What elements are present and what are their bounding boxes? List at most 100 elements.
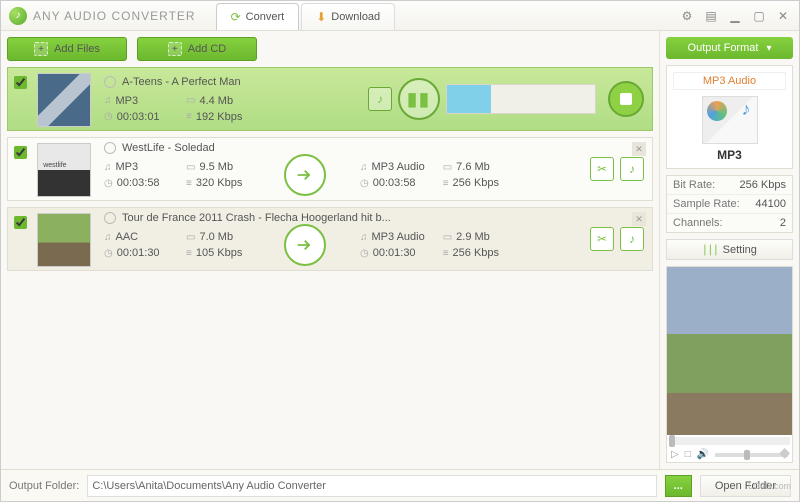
setting-button[interactable]: ∣∣∣ Setting [666, 239, 793, 260]
convert-button[interactable] [284, 224, 326, 266]
plus-icon: + [168, 42, 182, 56]
out-bitrate: 256 Kbps [453, 247, 499, 259]
item-title: A-Teens - A Perfect Man [122, 76, 241, 88]
item-checkbox[interactable] [14, 216, 27, 229]
format-title: MP3 Audio [673, 72, 786, 90]
format-box: MP3 Audio MP3 [666, 65, 793, 169]
format-label: MP3 [673, 148, 786, 162]
minimize-icon[interactable]: ▁ [727, 8, 743, 24]
stop-button[interactable] [608, 81, 644, 117]
output-format-button[interactable]: Output Format ▾ [666, 37, 793, 59]
out-duration: 00:03:58 [373, 177, 416, 189]
item-title: Tour de France 2011 Crash - Flecha Hooge… [122, 212, 391, 224]
out-format: MP3 Audio [372, 161, 425, 173]
tab-convert-label: Convert [246, 11, 285, 23]
checkbox-cell [8, 68, 32, 130]
volume-icon[interactable]: 🔊 [697, 449, 709, 460]
item-title: WestLife - Soledad [122, 142, 215, 154]
item-format: MP3 [116, 161, 139, 173]
plus-icon: + [34, 42, 48, 56]
out-format: MP3 Audio [372, 231, 425, 243]
item-checkbox[interactable] [14, 76, 27, 89]
preview-image [667, 267, 792, 435]
item-size: 4.4 Mb [199, 95, 233, 107]
out-bitrate: 256 Kbps [453, 177, 499, 189]
bitrate-value: 256 Kbps [740, 179, 786, 191]
bitrate-icon: ≡ [186, 111, 192, 122]
item-duration: 00:03:01 [117, 111, 160, 123]
arrow-right-icon [294, 164, 316, 186]
item-format: MP3 [116, 95, 139, 107]
size-icon: ▭ [186, 95, 195, 106]
item-duration: 00:03:58 [117, 177, 160, 189]
refresh-icon: ⟳ [231, 10, 241, 24]
settings-icon[interactable]: ⚙ [679, 8, 695, 24]
channels-key: Channels: [673, 217, 780, 229]
edit-icon[interactable]: ♪ [368, 87, 392, 111]
preview-pane: ▷ □ 🔊 [666, 266, 793, 463]
samplerate-key: Sample Rate: [673, 198, 755, 210]
sliders-icon: ∣∣∣ [702, 243, 719, 256]
samplerate-value: 44100 [755, 198, 786, 210]
chevron-down-icon: ▾ [766, 43, 771, 54]
item-size: 9.5 Mb [199, 161, 233, 173]
footer: Output Folder: ... Open Folder [1, 469, 799, 501]
play-icon[interactable]: ▷ [671, 449, 679, 460]
tab-convert[interactable]: ⟳ Convert [216, 3, 300, 30]
note-icon: ♫ [104, 95, 112, 106]
menu-icon[interactable]: ▤ [703, 8, 719, 24]
out-size: 2.9 Mb [456, 231, 490, 243]
format-properties: Bit Rate:256 Kbps Sample Rate:44100 Chan… [666, 175, 793, 233]
pause-button[interactable]: ▮▮ [398, 78, 440, 120]
disc-icon [104, 76, 116, 88]
setting-label: Setting [723, 244, 757, 256]
out-duration: 00:01:30 [373, 247, 416, 259]
side-panel: Output Format ▾ MP3 Audio MP3 Bit Rate:2… [659, 31, 799, 469]
item-duration: 00:01:30 [117, 247, 160, 259]
cut-icon[interactable]: ✂ [590, 157, 614, 181]
edit-icon[interactable]: ♪ [620, 157, 644, 181]
maximize-icon[interactable]: ▢ [751, 8, 767, 24]
bitrate-key: Bit Rate: [673, 179, 740, 191]
add-files-label: Add Files [54, 43, 100, 55]
add-files-button[interactable]: + Add Files [7, 37, 127, 61]
disc-icon [104, 142, 116, 154]
item-controls: ♪ ▮▮ [368, 68, 652, 130]
add-cd-label: Add CD [188, 43, 227, 55]
thumbnail [37, 73, 91, 127]
remove-item-button[interactable]: ✕ [632, 142, 646, 156]
output-folder-input[interactable] [87, 475, 656, 497]
main-panel: + Add Files + Add CD A-Teens - A Perfect… [1, 31, 659, 469]
toolbar: + Add Files + Add CD [7, 37, 653, 61]
preview-seek[interactable] [669, 437, 790, 445]
output-format-label: Output Format [688, 42, 759, 54]
watermark-text: LO4D.com [748, 481, 791, 491]
convert-button[interactable] [284, 154, 326, 196]
list-item[interactable]: ✕ Tour de France 2011 Crash - Flecha Hoo… [7, 207, 653, 271]
list-item[interactable]: ✕ WestLife - Soledad ♫MP3 ◷00:03:58 [7, 137, 653, 201]
item-checkbox[interactable] [14, 146, 27, 159]
disc-icon [104, 212, 116, 224]
watermark-icon: ◆ [779, 444, 791, 461]
browse-label: ... [674, 480, 683, 492]
list-item[interactable]: A-Teens - A Perfect Man ♫MP3 ◷00:03:01 ▭… [7, 67, 653, 131]
app-logo-icon: ♪ [9, 7, 27, 25]
output-folder-label: Output Folder: [9, 480, 79, 492]
remove-item-button[interactable]: ✕ [632, 212, 646, 226]
add-cd-button[interactable]: + Add CD [137, 37, 257, 61]
close-icon[interactable]: ✕ [775, 8, 791, 24]
tab-download-label: Download [331, 11, 380, 23]
edit-icon[interactable]: ♪ [620, 227, 644, 251]
volume-slider[interactable] [715, 453, 788, 457]
stop-icon[interactable]: □ [685, 449, 691, 460]
browse-button[interactable]: ... [665, 475, 692, 497]
channels-value: 2 [780, 217, 786, 229]
tab-download[interactable]: ⬇ Download [301, 3, 395, 30]
out-size: 7.6 Mb [456, 161, 490, 173]
window-controls: ⚙ ▤ ▁ ▢ ✕ [679, 8, 791, 24]
arrow-right-icon [294, 234, 316, 256]
tabs: ⟳ Convert ⬇ Download [216, 3, 398, 30]
progress-bar [446, 81, 596, 117]
item-bitrate: 320 Kbps [196, 177, 242, 189]
cut-icon[interactable]: ✂ [590, 227, 614, 251]
